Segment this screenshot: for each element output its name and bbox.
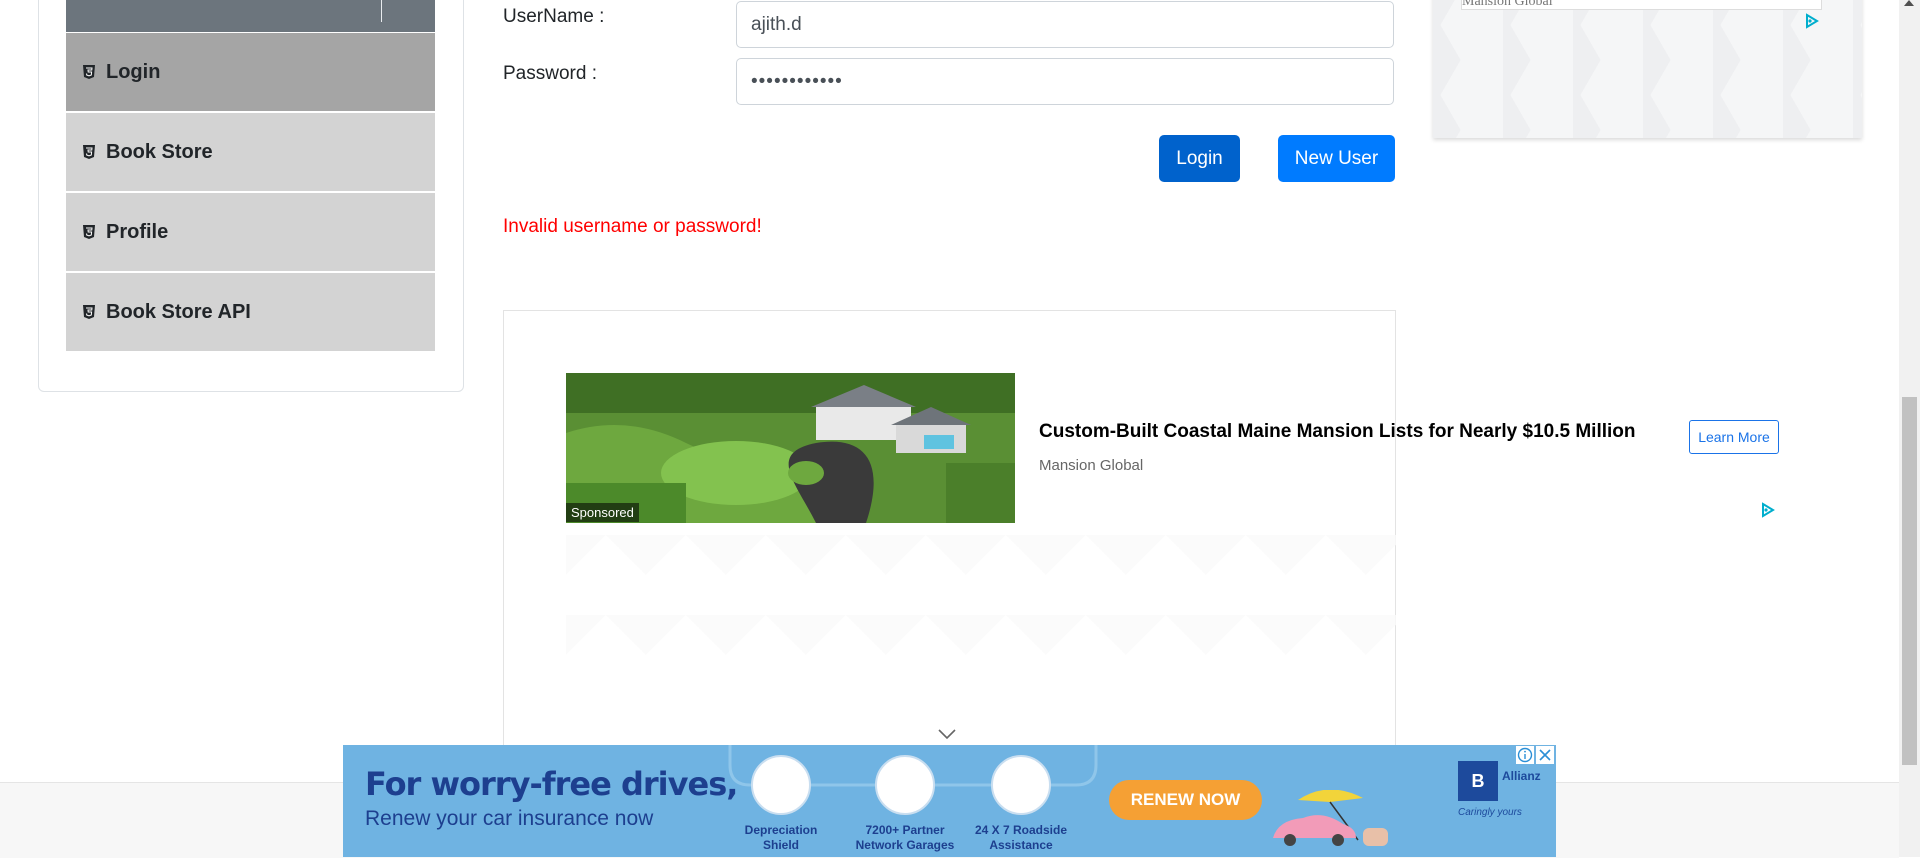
feature-line2: Assistance (989, 838, 1053, 852)
tow-truck-icon (991, 755, 1051, 815)
insurance-banner-ad[interactable]: For worry-free drives, Renew your car in… (343, 745, 1556, 857)
sidebar-item-profile[interactable]: Profile (66, 193, 435, 271)
html5-icon (83, 65, 95, 79)
error-message: Invalid username or password! (503, 216, 762, 237)
html5-icon (83, 225, 95, 239)
sidebar-item-book-store-api[interactable]: Book Store API (66, 273, 435, 351)
feature-line1: 7200+ Partner (865, 823, 945, 837)
feature-roadside-assistance: 24 X 7 Roadside Assistance (961, 755, 1081, 853)
sidebar-item-book-store[interactable]: Book Store (66, 113, 435, 191)
password-input[interactable] (736, 58, 1394, 105)
pink-car-umbrella-icon (1273, 790, 1388, 846)
scroll-up-arrow-icon[interactable] (1904, 0, 1914, 6)
sponsored-label: Sponsored (566, 503, 639, 522)
allianz-label: Allianz (1502, 769, 1541, 783)
chevron-down-icon[interactable] (937, 727, 957, 741)
top-right-ad-source: Mansion Global (1462, 0, 1553, 9)
username-input[interactable] (736, 1, 1394, 48)
sidebar-item-label: Profile (106, 220, 169, 243)
feature-line2: Shield (762, 838, 799, 852)
menu-group-header[interactable] (66, 0, 435, 32)
bajaj-logo-icon: B (1458, 761, 1498, 801)
bajaj-allianz-logo: B Allianz Caringly yours (1450, 755, 1541, 821)
sidebar-item-label: Book Store API (106, 300, 251, 323)
sidebar-item-label: Book Store (106, 140, 213, 163)
learn-more-button[interactable]: Learn More (1689, 420, 1779, 454)
html5-icon (83, 145, 95, 159)
sidebar-item-label: Login (106, 60, 161, 83)
sidebar-item-login[interactable]: Login (66, 33, 435, 111)
login-button[interactable]: Login (1159, 135, 1240, 182)
car-shield-icon (751, 755, 811, 815)
brand-logo-mark: B (1471, 771, 1485, 791)
username-label: UserName : (503, 6, 605, 27)
mansion-image-icon (566, 373, 1015, 523)
new-user-button[interactable]: New User (1278, 135, 1395, 182)
feature-partner-garages: 7200+ Partner Network Garages (845, 755, 965, 853)
menu-header-divider (381, 0, 382, 22)
adchoices-icon[interactable] (1804, 13, 1820, 29)
html5-icon (83, 305, 95, 319)
ad-headline[interactable]: Custom-Built Coastal Maine Mansion Lists… (1039, 421, 1636, 443)
banner-subheadline: Renew your car insurance now (365, 807, 654, 830)
info-icon[interactable] (1516, 746, 1534, 764)
ad-source: Mansion Global (1039, 457, 1144, 474)
feature-line2: Network Garages (855, 838, 955, 852)
ad-image[interactable] (566, 373, 1015, 523)
feature-line1: Depreciation (744, 823, 818, 837)
scrollbar-thumb[interactable] (1902, 397, 1917, 765)
ad-background-pattern (566, 535, 1396, 680)
password-label: Password : (503, 63, 597, 84)
feature-depreciation-shield: Depreciation Shield (721, 755, 841, 853)
adchoices-icon[interactable] (1760, 502, 1776, 518)
top-right-ad[interactable] (1433, 0, 1862, 138)
close-icon[interactable] (1536, 746, 1554, 764)
garage-network-icon (875, 755, 935, 815)
banner-headline: For worry-free drives, (365, 765, 738, 803)
renew-now-button[interactable]: RENEW NOW (1109, 780, 1262, 820)
brand-tagline: Caringly yours (1458, 807, 1522, 818)
feature-line1: 24 X 7 Roadside (974, 823, 1068, 837)
